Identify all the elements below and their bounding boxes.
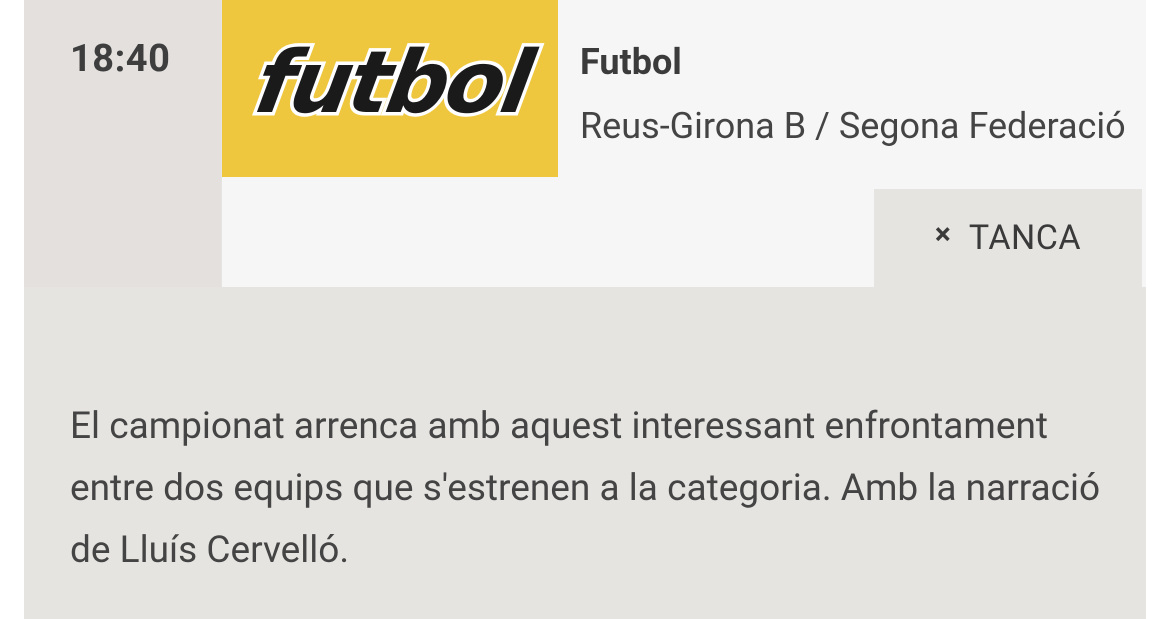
program-subtitle: Reus-Girona B / Segona Federació <box>580 106 1126 147</box>
time-column: 18:40 <box>24 0 221 287</box>
program-title: Futbol <box>580 41 682 83</box>
futbol-logo-text: futbol <box>249 34 543 133</box>
program-header-panel: futbol futbol Futbol Reus-Girona B / Seg… <box>222 0 1146 287</box>
close-icon: × <box>934 217 951 252</box>
program-description: El campionat arrenca amb aquest interess… <box>70 405 1101 572</box>
program-thumbnail: futbol futbol <box>222 0 558 177</box>
futbol-logo: futbol futbol <box>245 30 546 136</box>
program-detail-card: 18:40 futbol futbol Futbol Reus-Girona B… <box>24 0 1146 619</box>
program-time: 18:40 <box>70 37 171 81</box>
close-button[interactable]: × TANCA <box>874 189 1142 287</box>
close-button-label: TANCA <box>968 218 1082 258</box>
